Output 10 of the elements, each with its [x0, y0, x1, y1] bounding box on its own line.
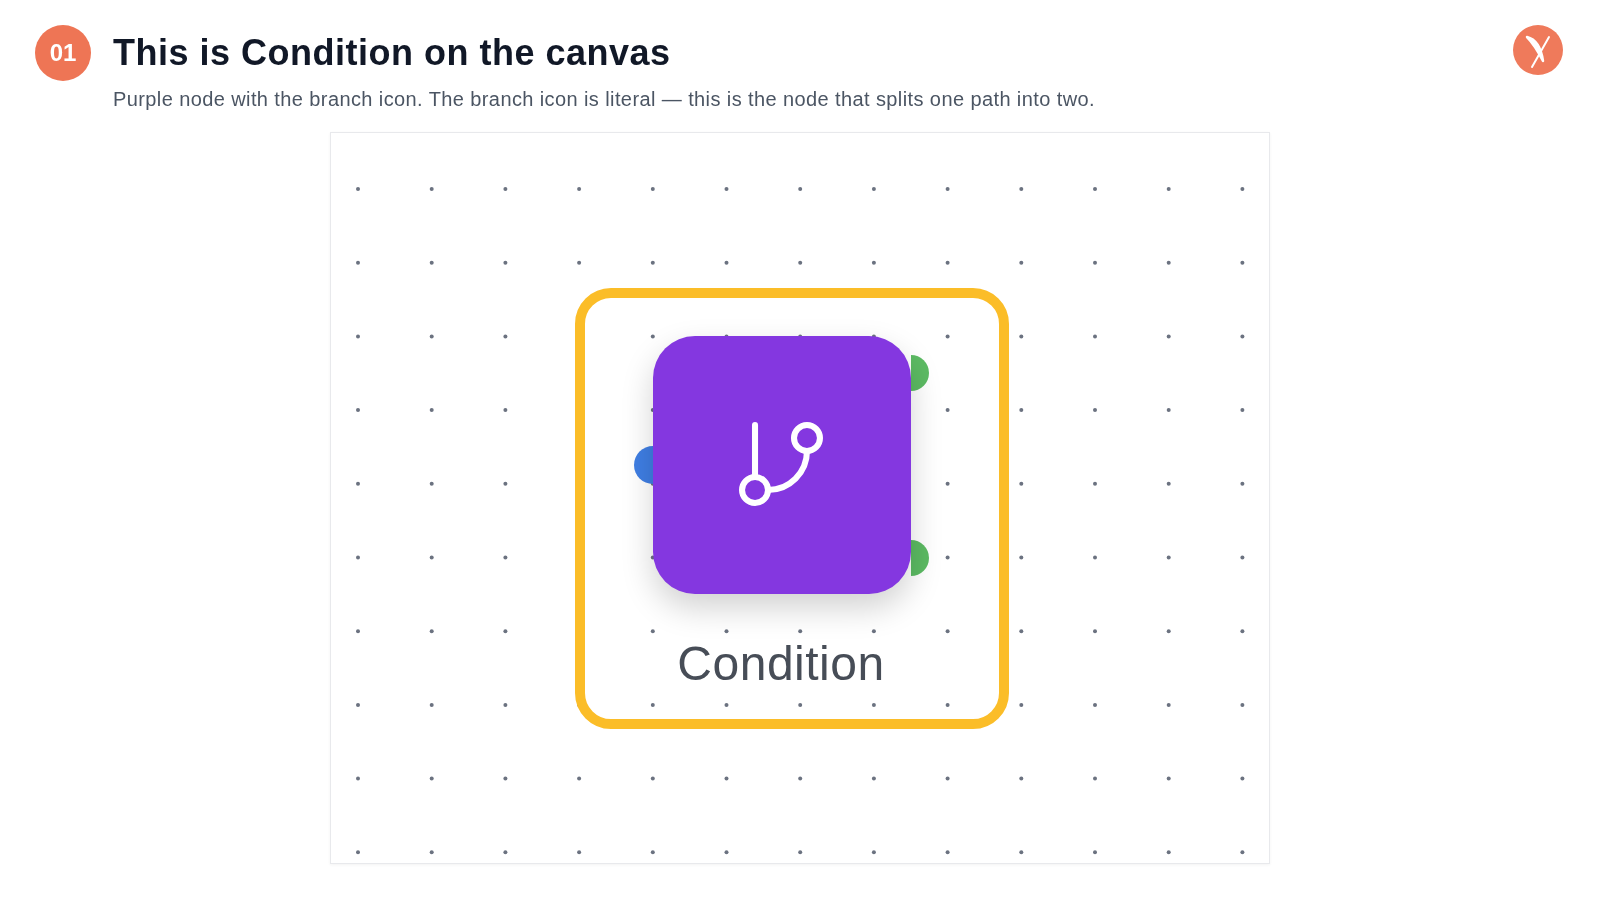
page-title: This is Condition on the canvas — [113, 31, 672, 75]
output-port-icon[interactable] — [911, 355, 929, 391]
output-port-icon[interactable] — [911, 540, 929, 576]
condition-node[interactable] — [653, 336, 911, 594]
node-label: Condition — [677, 640, 885, 688]
logo-icon — [1513, 25, 1563, 75]
page-description: Purple node with the branch icon. The branch icon is literal — this is the node that splits one path into two. — [113, 87, 1095, 111]
step-badge: 01 — [35, 25, 91, 81]
input-port-icon[interactable] — [634, 446, 653, 484]
branch-icon — [739, 421, 823, 506]
